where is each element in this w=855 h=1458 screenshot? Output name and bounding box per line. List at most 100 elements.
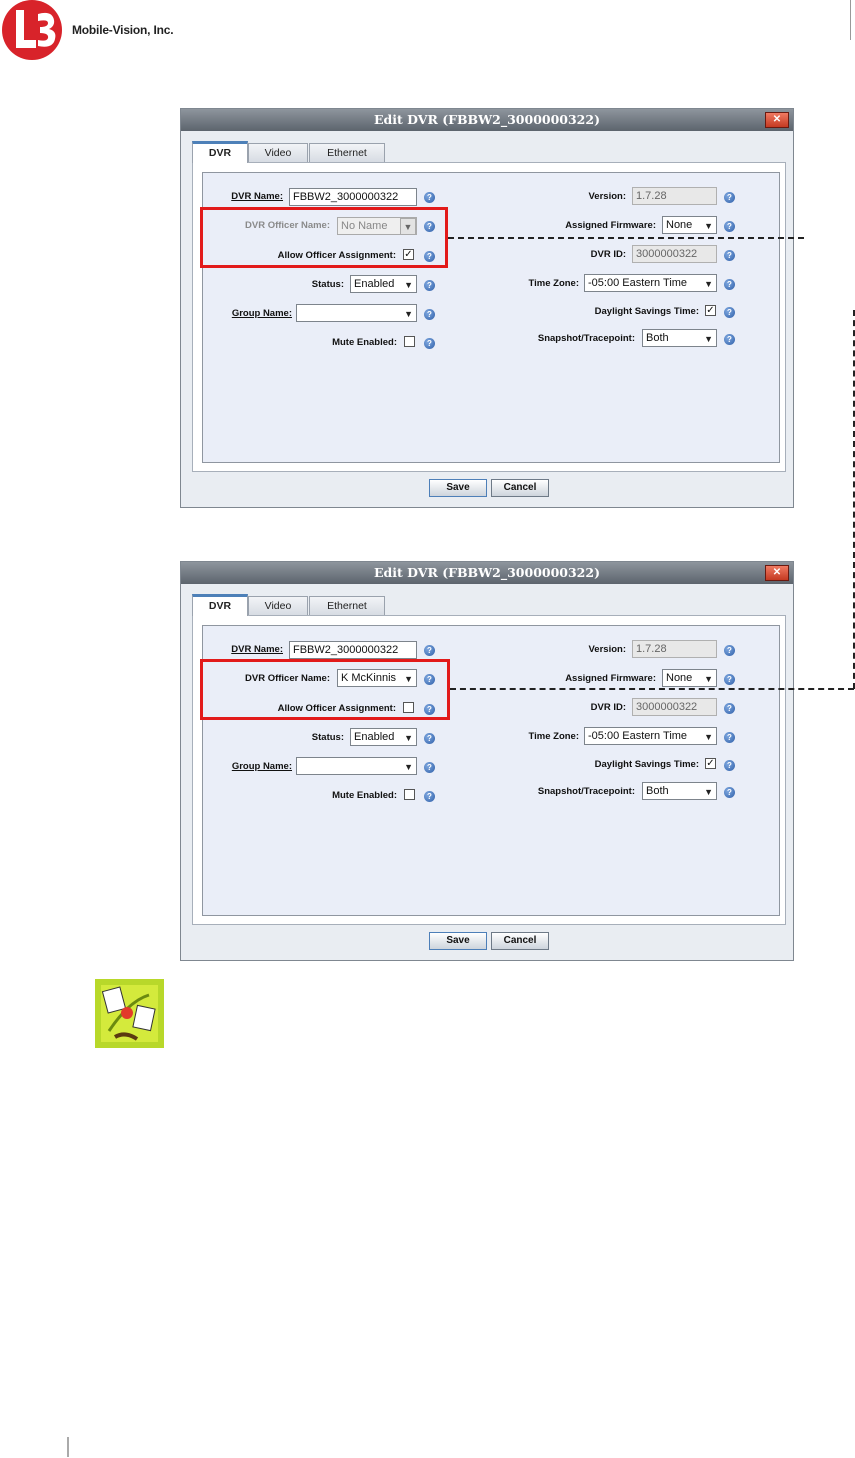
dialog-title: Edit DVR (FBBW2_3000000322)	[181, 562, 793, 584]
dvr-name-label: DVR Name:	[231, 644, 283, 655]
help-icon[interactable]: ?	[424, 192, 435, 203]
time-zone-label: Time Zone:	[528, 278, 580, 289]
dialog-title: Edit DVR (FBBW2_3000000322)	[181, 109, 793, 131]
assigned-firmware-label: Assigned Firmware:	[565, 673, 656, 684]
time-zone-select[interactable]: -05:00 Eastern Time ▼	[584, 727, 717, 745]
tab-video[interactable]: Video	[248, 596, 308, 615]
chevron-down-icon: ▼	[704, 674, 713, 684]
status-select[interactable]: Enabled ▼	[350, 275, 417, 293]
help-icon[interactable]: ?	[724, 674, 735, 685]
tab-video[interactable]: Video	[248, 143, 308, 162]
firmware-value: None	[666, 672, 693, 684]
snapshot-tracepoint-label: Snapshot/Tracepoint:	[537, 333, 635, 344]
group-name-select[interactable]: ▼	[296, 757, 417, 775]
tab-dvr[interactable]: DVR	[192, 594, 248, 616]
time-zone-select[interactable]: -05:00 Eastern Time ▼	[584, 274, 717, 292]
help-icon[interactable]: ?	[424, 338, 435, 349]
page-margin-bar	[67, 1437, 69, 1457]
edge-rule	[850, 0, 851, 40]
dvr-name-input[interactable]: FBBW2_3000000322	[289, 188, 417, 206]
edit-dvr-dialog-before: Edit DVR (FBBW2_3000000322) ✕ DVR Video …	[180, 108, 794, 508]
note-icon	[95, 979, 164, 1048]
close-icon[interactable]: ✕	[765, 565, 789, 581]
l3-logo	[2, 0, 62, 60]
daylight-savings-label: Daylight Savings Time:	[594, 759, 699, 770]
chevron-down-icon: ▼	[704, 787, 713, 797]
group-name-select[interactable]: ▼	[296, 304, 417, 322]
timezone-value: -05:00 Eastern Time	[588, 730, 688, 742]
help-icon[interactable]: ?	[724, 760, 735, 771]
cancel-button[interactable]: Cancel	[491, 932, 549, 950]
group-name-label: Group Name:	[231, 308, 292, 319]
chevron-down-icon: ▼	[404, 309, 413, 319]
daylight-savings-checkbox[interactable]: ✓	[705, 305, 716, 316]
tab-dvr[interactable]: DVR	[192, 141, 248, 163]
highlight-box-before	[200, 207, 448, 268]
chevron-down-icon: ▼	[704, 334, 713, 344]
assigned-firmware-select[interactable]: None ▼	[662, 669, 717, 687]
status-label: Status:	[311, 279, 344, 290]
status-value: Enabled	[354, 278, 395, 290]
chevron-down-icon: ▼	[404, 762, 413, 772]
help-icon[interactable]: ?	[424, 762, 435, 773]
help-icon[interactable]: ?	[424, 733, 435, 744]
help-icon[interactable]: ?	[424, 309, 435, 320]
version-field: 1.7.28	[632, 640, 717, 658]
assigned-firmware-select[interactable]: None ▼	[662, 216, 717, 234]
tab-ethernet[interactable]: Ethernet	[309, 143, 385, 162]
highlight-box-after	[200, 659, 450, 720]
snapshot-tracepoint-select[interactable]: Both ▼	[642, 329, 717, 347]
help-icon[interactable]: ?	[724, 732, 735, 743]
snapshot-tracepoint-select[interactable]: Both ▼	[642, 782, 717, 800]
help-icon[interactable]: ?	[724, 703, 735, 714]
snapshot-value: Both	[646, 332, 669, 344]
chevron-down-icon: ▼	[704, 221, 713, 231]
version-field: 1.7.28	[632, 187, 717, 205]
status-select[interactable]: Enabled ▼	[350, 728, 417, 746]
snapshot-tracepoint-label: Snapshot/Tracepoint:	[537, 786, 635, 797]
edit-dvr-dialog-after: Edit DVR (FBBW2_3000000322) ✕ DVR Video …	[180, 561, 794, 961]
cancel-button[interactable]: Cancel	[491, 479, 549, 497]
chevron-down-icon: ▼	[404, 280, 413, 290]
daylight-savings-checkbox[interactable]: ✓	[705, 758, 716, 769]
mute-enabled-checkbox[interactable]	[404, 789, 415, 800]
help-icon[interactable]: ?	[724, 192, 735, 203]
help-icon[interactable]: ?	[724, 250, 735, 261]
company-name: Mobile-Vision, Inc.	[72, 23, 174, 37]
mute-enabled-checkbox[interactable]	[404, 336, 415, 347]
dvr-name-label: DVR Name:	[231, 191, 283, 202]
assigned-firmware-label: Assigned Firmware:	[565, 220, 656, 231]
dvr-name-input[interactable]: FBBW2_3000000322	[289, 641, 417, 659]
save-button[interactable]: Save	[429, 479, 487, 497]
version-label: Version:	[588, 191, 627, 202]
status-value: Enabled	[354, 731, 395, 743]
tab-ethernet[interactable]: Ethernet	[309, 596, 385, 615]
version-label: Version:	[588, 644, 627, 655]
help-icon[interactable]: ?	[724, 334, 735, 345]
chevron-down-icon: ▼	[404, 733, 413, 743]
daylight-savings-label: Daylight Savings Time:	[594, 306, 699, 317]
help-icon[interactable]: ?	[724, 307, 735, 318]
dvr-id-label: DVR ID:	[590, 249, 626, 260]
time-zone-label: Time Zone:	[528, 731, 580, 742]
chevron-down-icon: ▼	[704, 279, 713, 289]
snapshot-value: Both	[646, 785, 669, 797]
mute-enabled-label: Mute Enabled:	[332, 790, 397, 801]
help-icon[interactable]: ?	[424, 645, 435, 656]
chevron-down-icon: ▼	[704, 732, 713, 742]
help-icon[interactable]: ?	[424, 280, 435, 291]
firmware-value: None	[666, 219, 693, 231]
close-icon[interactable]: ✕	[765, 112, 789, 128]
save-button[interactable]: Save	[429, 932, 487, 950]
dvr-id-field: 3000000322	[632, 245, 717, 263]
timezone-value: -05:00 Eastern Time	[588, 277, 688, 289]
help-icon[interactable]: ?	[424, 791, 435, 802]
help-icon[interactable]: ?	[724, 645, 735, 656]
help-icon[interactable]: ?	[724, 221, 735, 232]
callout-line	[450, 688, 854, 690]
dvr-id-label: DVR ID:	[590, 702, 626, 713]
dvr-id-field: 3000000322	[632, 698, 717, 716]
help-icon[interactable]: ?	[724, 279, 735, 290]
callout-line	[448, 237, 804, 239]
help-icon[interactable]: ?	[724, 787, 735, 798]
